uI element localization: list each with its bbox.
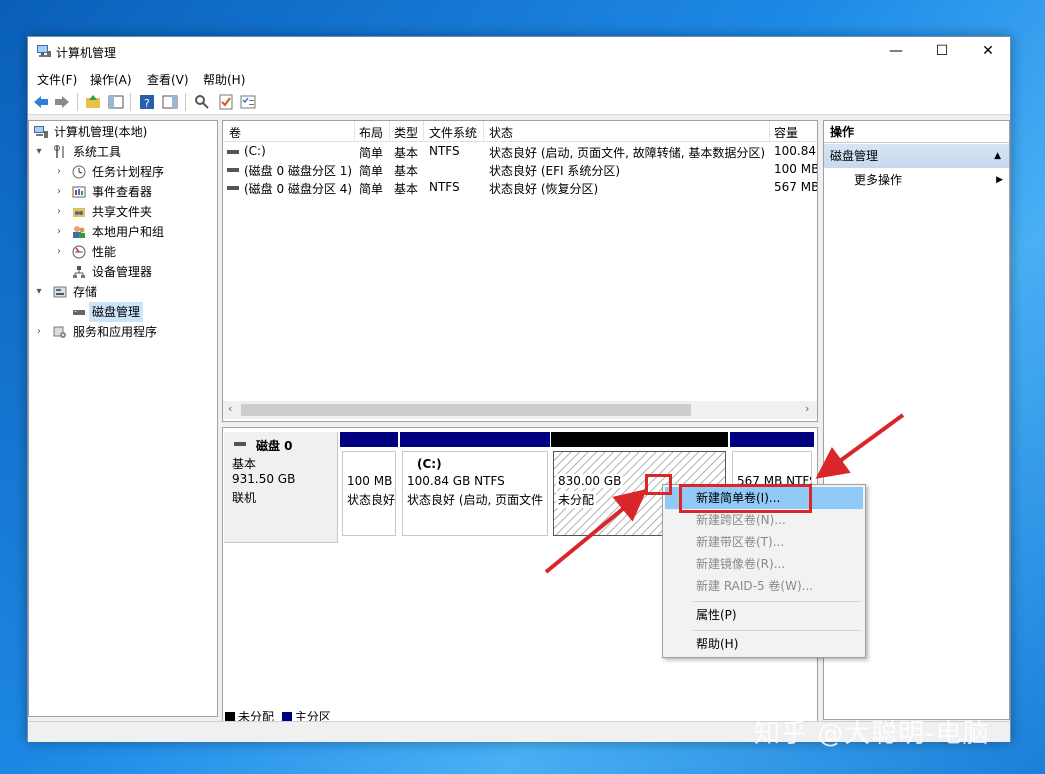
watermark: 知乎 @大聪明-电脑 bbox=[754, 719, 990, 749]
arrow-to-context-menu bbox=[815, 413, 905, 479]
annotation-arrows bbox=[544, 413, 905, 574]
arrow-to-unallocated bbox=[544, 488, 648, 574]
